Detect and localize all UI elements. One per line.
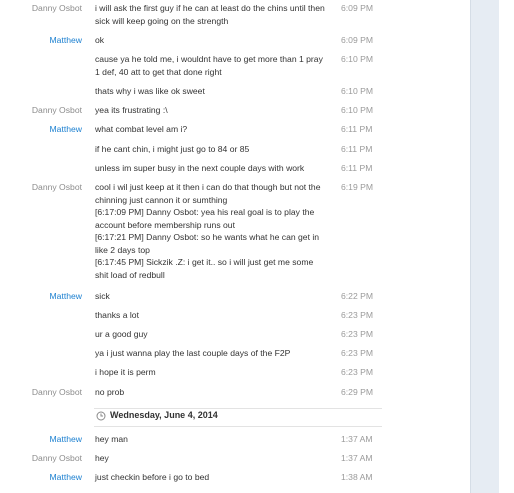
message-text: ya i just wanna play the last couple day… [95,348,291,358]
date-separator: Wednesday, June 4, 2014 [0,406,382,427]
message-sender[interactable]: Danny Osbot [32,181,82,194]
message-timestamp: 6:23 PM [341,310,374,320]
message-sender[interactable]: Matthew [50,433,82,446]
message-text: just checkin before i go to bed [95,472,210,482]
message-sender[interactable]: Matthew [50,123,82,136]
message-timestamp: 1:38 AM [341,472,373,482]
message-sender[interactable]: Matthew [50,471,82,484]
message-text: thats why i was like ok sweet [95,86,205,96]
message-timestamp: 6:23 PM [341,329,374,339]
message-text: ok [95,35,105,45]
message-timestamp: 1:37 AM [341,453,373,463]
message-text: what combat level am i? [95,124,188,134]
message-sender[interactable]: Danny Osbot [32,2,82,15]
message-text: cool i wil just keep at it then i can do… [95,182,321,280]
message-text: yea its frustrating :\ [95,105,168,115]
message-timestamp: 6:11 PM [341,124,373,134]
message-timestamp: 6:11 PM [341,144,373,154]
message-text: thanks a lot [95,310,139,320]
clock-icon [96,411,106,421]
message-timestamp: 6:29 PM [341,387,374,397]
message-timestamp: 6:19 PM [341,182,374,192]
scrollbar-track[interactable] [470,0,499,493]
message-sender[interactable]: Matthew [50,290,82,303]
message-timestamp: 6:22 PM [341,291,374,301]
message-sender[interactable]: Danny Osbot [32,386,82,399]
message-text: if he cant chin, i might just go to 84 o… [95,144,250,154]
message-timestamp: 6:09 PM [341,3,374,13]
message-text: i hope it is perm [95,367,156,377]
message-timestamp: 6:10 PM [341,54,374,64]
message-timestamp: 6:23 PM [341,367,374,377]
message-text: sick [95,291,110,301]
separator-line-top [94,408,382,409]
message-timestamp: 1:37 AM [341,434,373,444]
message-timestamp: 6:10 PM [341,86,374,96]
message-text: hey [95,453,109,463]
message-text: ur a good guy [95,329,148,339]
message-text: i will ask the first guy if he can at le… [95,3,325,26]
message-timestamp: 6:11 PM [341,163,373,173]
message-text: cause ya he told me, i wouldnt have to g… [95,54,323,77]
message-text: hey man [95,434,128,444]
separator-line-bottom [94,426,382,427]
message-sender[interactable]: Danny Osbot [32,452,82,465]
message-text: no prob [95,387,125,397]
message-timestamp: 6:10 PM [341,105,374,115]
message-sender[interactable]: Matthew [50,34,82,47]
message-timestamp: 6:09 PM [341,35,374,45]
message-sender[interactable]: Danny Osbot [32,104,82,117]
message-text: unless im super busy in the next couple … [95,163,305,173]
message-timestamp: 6:23 PM [341,348,374,358]
date-label: Wednesday, June 4, 2014 [110,410,218,420]
